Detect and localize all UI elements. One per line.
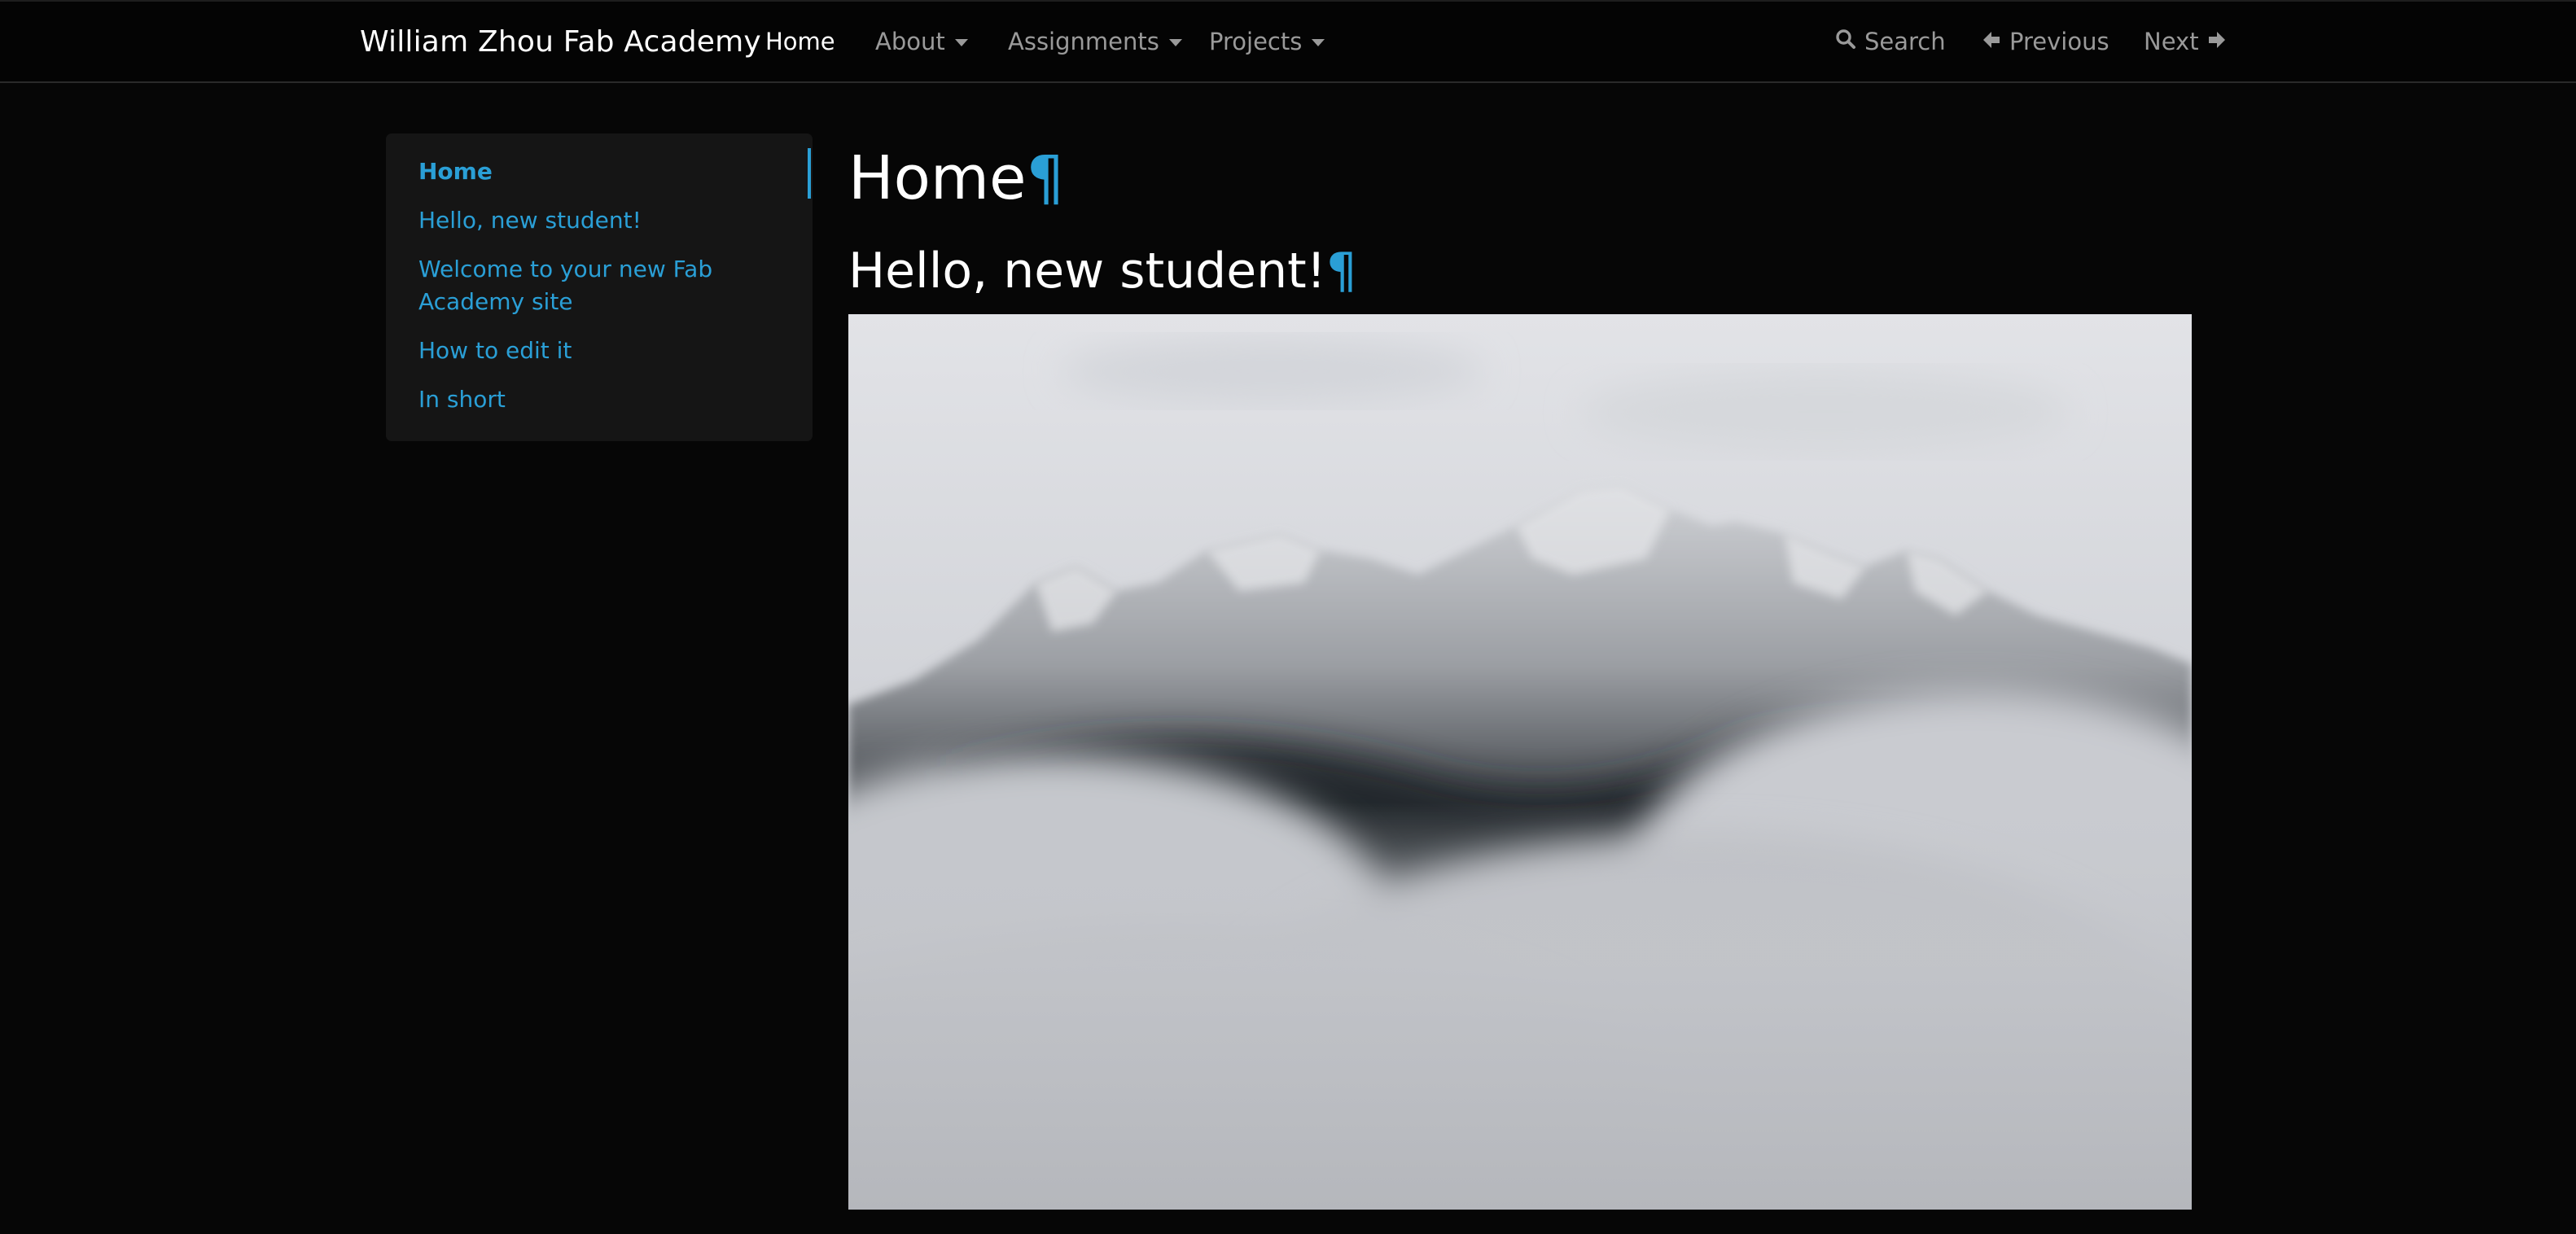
- nav-assignments-dropdown[interactable]: Assignments: [1008, 2, 1182, 81]
- heading-anchor-link[interactable]: ¶: [1326, 243, 1357, 300]
- previous-page-button[interactable]: Previous: [1982, 2, 2109, 81]
- hero-mountain-image: [848, 314, 2192, 1210]
- arrow-right-icon: [2207, 28, 2227, 55]
- caret-down-icon: [1168, 38, 1182, 46]
- section-heading-text: Hello, new student!: [848, 243, 1326, 300]
- toc-active-indicator: [808, 148, 811, 199]
- nav-about-label: About: [875, 28, 945, 55]
- toc-item-welcome-line-2[interactable]: Academy site: [418, 286, 573, 318]
- mountain-photo-illustration: [848, 314, 2192, 1210]
- caret-down-icon: [954, 38, 968, 46]
- nav-home-label: Home: [765, 28, 835, 55]
- section-heading: Hello, new student! ¶: [848, 234, 1357, 308]
- page-title: Home ¶: [848, 135, 1065, 221]
- toc-item-hello-new-student[interactable]: Hello, new student!: [418, 204, 642, 237]
- toc-item-how-to-edit-it[interactable]: How to edit it: [418, 335, 572, 367]
- search-button[interactable]: Search: [1835, 2, 1946, 81]
- nav-assignments-label: Assignments: [1008, 28, 1159, 55]
- next-label: Next: [2144, 28, 2199, 55]
- nav-projects-dropdown[interactable]: Projects: [1209, 2, 1325, 81]
- top-navbar: William Zhou Fab Academy Home About Assi…: [0, 0, 2576, 83]
- nav-about-dropdown[interactable]: About: [875, 2, 968, 81]
- page-title-text: Home: [848, 143, 1027, 213]
- heading-anchor-link[interactable]: ¶: [1027, 143, 1065, 213]
- search-icon: [1835, 28, 1856, 55]
- previous-label: Previous: [2009, 28, 2109, 55]
- caret-down-icon: [1312, 38, 1325, 46]
- arrow-left-icon: [1982, 28, 2001, 55]
- nav-home[interactable]: Home: [765, 2, 835, 81]
- search-label: Search: [1864, 28, 1946, 55]
- toc-item-in-short[interactable]: In short: [418, 383, 506, 416]
- toc-item-welcome-line-1[interactable]: Welcome to your new Fab: [418, 253, 712, 286]
- toc-item-home[interactable]: Home: [418, 155, 493, 188]
- site-brand-link[interactable]: William Zhou Fab Academy: [360, 2, 761, 81]
- next-page-button[interactable]: Next: [2144, 2, 2227, 81]
- nav-projects-label: Projects: [1209, 28, 1303, 55]
